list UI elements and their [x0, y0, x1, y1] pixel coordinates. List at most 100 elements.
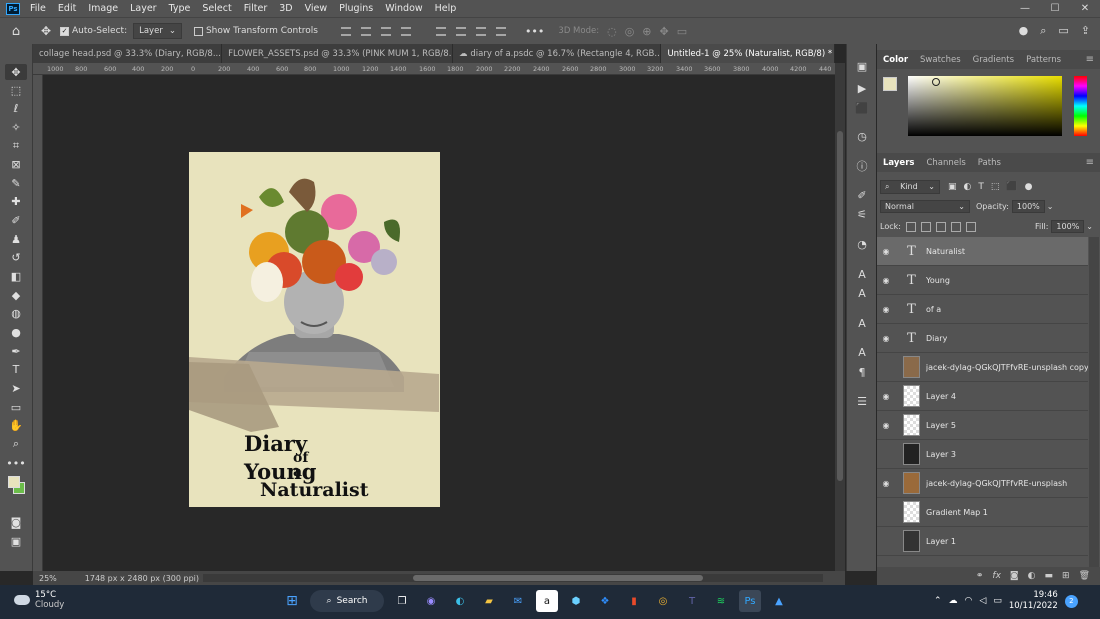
fg-bg-color-swatch[interactable]	[5, 476, 27, 500]
tab-channels[interactable]: Channels	[920, 158, 971, 168]
menu-view[interactable]: View	[299, 3, 334, 14]
chevron-down-icon[interactable]: ⌄	[1047, 202, 1054, 211]
paint-bucket-icon[interactable]: ◆	[5, 287, 27, 303]
lock-artboard-icon[interactable]	[950, 221, 961, 232]
chevron-down-icon[interactable]: ⌄	[1086, 222, 1093, 231]
title-naturalist[interactable]: Naturalist	[260, 481, 369, 500]
eyedropper-icon[interactable]: ✎	[5, 175, 27, 191]
add-mask-icon[interactable]: ◙	[1010, 571, 1019, 581]
weather-widget[interactable]: 15°C Cloudy	[14, 590, 64, 610]
task-view-icon[interactable]: ❐	[391, 590, 413, 612]
layer-row[interactable]: Layer 3	[877, 440, 1088, 469]
history-brush-icon[interactable]: ↺	[5, 249, 27, 265]
menu-plugins[interactable]: Plugins	[333, 3, 379, 14]
menu-edit[interactable]: Edit	[52, 3, 82, 14]
tab-collage-head[interactable]: collage head.psd @ 33.3% (Diary, RGB/8..…	[33, 44, 223, 63]
workspace-icon[interactable]: ▭	[1058, 24, 1068, 38]
volume-icon[interactable]: ◁	[979, 596, 986, 606]
scroll-thumb[interactable]	[413, 575, 703, 581]
eye-icon[interactable]: ◉	[877, 334, 895, 343]
tab-untitled-1[interactable]: Untitled-1 @ 25% (Naturalist, RGB/8) *×	[661, 44, 835, 63]
align-bottom-icon[interactable]	[380, 26, 391, 36]
lock-all-icon[interactable]	[965, 221, 976, 232]
teams-icon[interactable]: T	[681, 590, 703, 612]
fill-field[interactable]: 100%	[1051, 220, 1085, 233]
eraser-tool-icon[interactable]: ◧	[5, 268, 27, 284]
minimize-button[interactable]: —	[1010, 3, 1040, 14]
layer-row[interactable]: Layer 1	[877, 527, 1088, 556]
tab-patterns[interactable]: Patterns	[1020, 55, 1067, 65]
menu-select[interactable]: Select	[196, 3, 237, 14]
cover-title[interactable]: Diary of a Young Naturalist	[244, 433, 369, 500]
paragraph-styles-icon[interactable]: A	[853, 285, 871, 301]
eye-icon[interactable]: ◉	[877, 392, 895, 401]
distribute-icon[interactable]	[475, 26, 486, 36]
blur-tool-icon[interactable]: ◍	[5, 305, 27, 321]
align-top-icon[interactable]	[340, 26, 351, 36]
dodge-tool-icon[interactable]: ●	[5, 324, 27, 340]
tab-gradients[interactable]: Gradients	[967, 55, 1020, 65]
move-tool-preset-icon[interactable]: ✥	[32, 24, 60, 38]
photoshop-taskbar-icon[interactable]: Ps	[739, 590, 761, 612]
office-icon[interactable]: ▮	[623, 590, 645, 612]
lasso-tool-icon[interactable]: ℓ	[5, 100, 27, 116]
layer-row[interactable]: ◉ jacek-dylag-QGkQJTFfvRE-unsplash	[877, 469, 1088, 498]
tab-diary-of-a[interactable]: ☁ diary of a.psdc @ 16.7% (Rectangle 4, …	[453, 44, 662, 63]
brush-settings-icon[interactable]: ✐	[853, 187, 871, 203]
menu-filter[interactable]: Filter	[238, 3, 274, 14]
tab-flower-assets[interactable]: FLOWER_ASSETS.psd @ 33.3% (PINK MUM 1, R…	[222, 44, 454, 63]
screen-mode-icon[interactable]: ▣	[5, 533, 27, 549]
frame-tool-icon[interactable]: ⊠	[5, 156, 27, 172]
layer-row[interactable]: ◉ Layer 4	[877, 382, 1088, 411]
adjustments-icon[interactable]: ⚟	[853, 206, 871, 222]
tab-layers[interactable]: Layers	[877, 158, 920, 168]
clock[interactable]: 19:46 10/11/2022	[1009, 590, 1058, 612]
chevron-up-icon[interactable]: ⌃	[934, 596, 942, 606]
panel-menu-icon[interactable]: ≡	[1086, 54, 1100, 65]
3d-orbit-icon[interactable]: ◌◎⊕✥▭	[607, 25, 695, 38]
layer-row[interactable]: Gradient Map 1	[877, 498, 1088, 527]
layer-row[interactable]: jacek-dylag-QGkQJTFfvRE-unsplash copy	[877, 353, 1088, 382]
filter-type-icons[interactable]: ▣◐T⬚⬛●	[948, 182, 1039, 192]
marquee-tool-icon[interactable]: ⬚	[5, 82, 27, 98]
lock-position-icon[interactable]	[935, 221, 946, 232]
amazon-icon[interactable]: a	[536, 590, 558, 612]
plugins-icon[interactable]: ⬛	[853, 100, 871, 116]
photos-icon[interactable]: ▲	[768, 590, 790, 612]
menu-image[interactable]: Image	[82, 3, 124, 14]
more-options-icon[interactable]: •••	[525, 25, 544, 38]
menu-file[interactable]: File	[24, 3, 52, 14]
link-layers-icon[interactable]: ⚭	[976, 571, 984, 581]
hue-slider[interactable]	[1074, 76, 1087, 136]
layer-row[interactable]: ◉ T Young	[877, 266, 1088, 295]
menu-window[interactable]: Window	[379, 3, 428, 14]
eye-icon[interactable]: ◉	[877, 421, 895, 430]
path-selection-icon[interactable]: ➤	[5, 380, 27, 396]
distribute-vertical-icon[interactable]	[495, 26, 506, 36]
quick-mask-icon[interactable]: ◙	[5, 514, 27, 530]
vertical-scrollbar[interactable]	[835, 63, 845, 571]
layers-scrollbar[interactable]	[1089, 237, 1099, 567]
learn-icon[interactable]: ▣	[853, 58, 871, 74]
crop-tool-icon[interactable]: ⌗	[5, 138, 27, 154]
share-user-icon[interactable]: ●	[1019, 24, 1029, 38]
search-icon[interactable]: ⌕	[1040, 24, 1046, 38]
pen-tool-icon[interactable]: ✒	[5, 343, 27, 359]
battery-icon[interactable]: ▭	[993, 596, 1002, 606]
close-window-button[interactable]: ✕	[1070, 3, 1100, 14]
show-transform-controls-checkbox[interactable]: Show Transform Controls	[193, 26, 318, 36]
align-middle-icon[interactable]	[360, 26, 371, 36]
zoom-tool-icon[interactable]: ⌕	[5, 436, 27, 452]
spotify-icon[interactable]: ≋	[710, 590, 732, 612]
clone-source-icon[interactable]: ◔	[853, 236, 871, 252]
align-left-icon[interactable]	[400, 26, 411, 36]
layer-row[interactable]: ◉ Layer 5	[877, 411, 1088, 440]
file-explorer-icon[interactable]: ▰	[478, 590, 500, 612]
layer-row[interactable]: ◉ T Naturalist	[877, 237, 1088, 266]
magic-wand-icon[interactable]: ✧	[5, 119, 27, 135]
edge-browser-icon[interactable]: ◐	[449, 590, 471, 612]
chrome-icon[interactable]: ◎	[652, 590, 674, 612]
home-icon[interactable]: ⌂	[0, 24, 32, 39]
export-icon[interactable]: ⇪	[1081, 24, 1090, 38]
menu-help[interactable]: Help	[429, 3, 463, 14]
